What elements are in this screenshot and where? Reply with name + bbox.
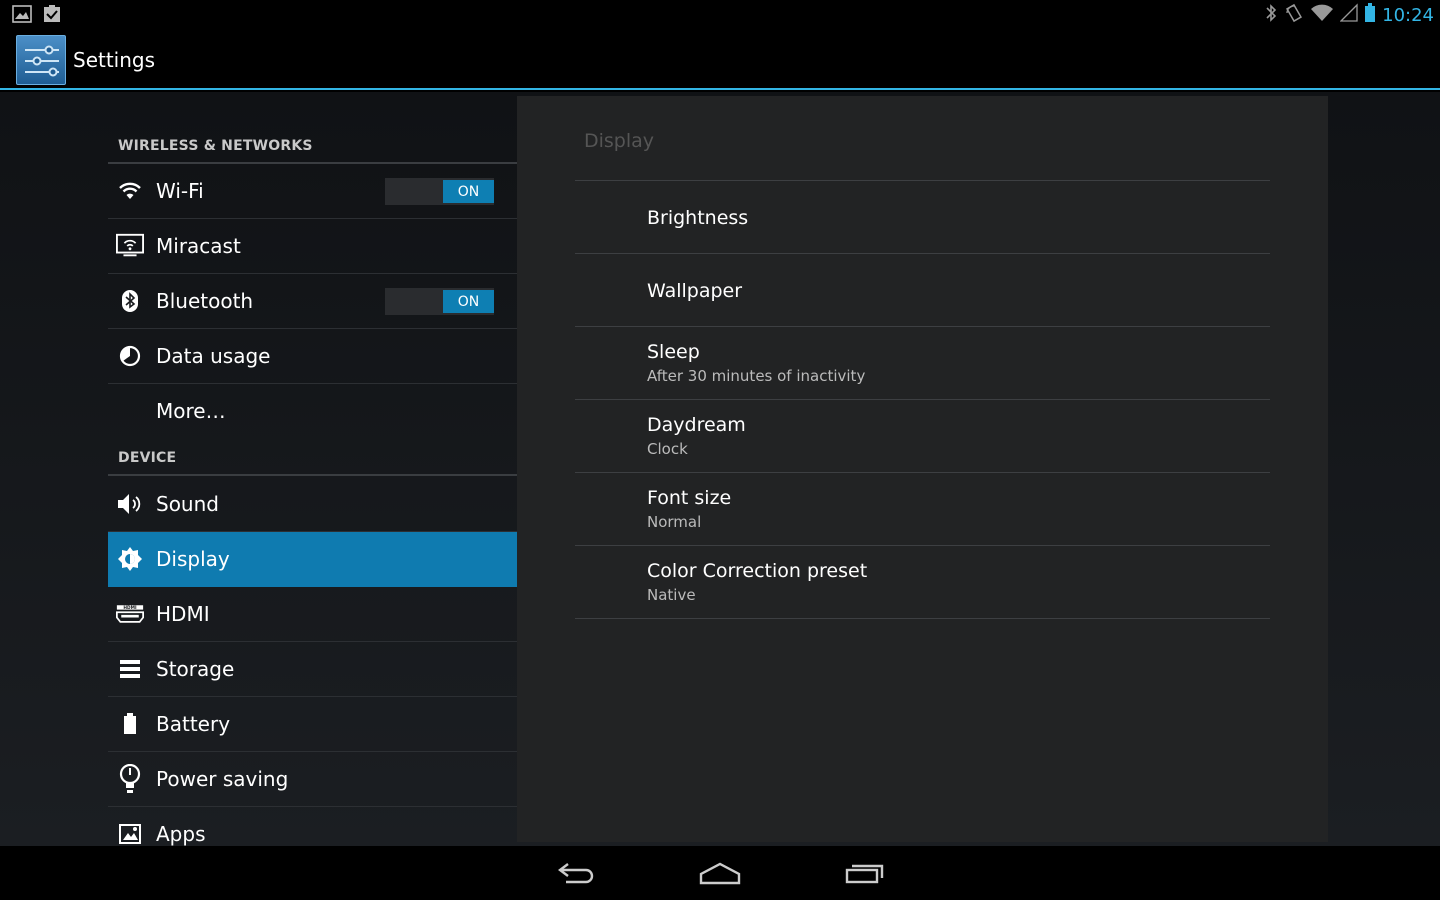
pref-font-size[interactable]: Font size Normal xyxy=(575,473,1270,546)
display-settings-panel: Display Brightness Wallpaper Sleep After… xyxy=(517,96,1328,842)
battery-icon xyxy=(1364,3,1376,27)
sidebar-item-label: More… xyxy=(156,399,226,423)
display-brightness-icon xyxy=(116,546,144,572)
pref-summary: Native xyxy=(647,586,696,604)
pref-title: Daydream xyxy=(647,414,746,436)
sidebar-item-sound[interactable]: Sound xyxy=(108,477,517,532)
signal-icon xyxy=(1339,3,1358,27)
pref-sleep[interactable]: Sleep After 30 minutes of inactivity xyxy=(575,327,1270,400)
sidebar-item-label: HDMI xyxy=(156,602,210,626)
sidebar-item-data-usage[interactable]: Data usage xyxy=(108,329,517,384)
pref-summary: Clock xyxy=(647,440,688,458)
sidebar-item-label: Storage xyxy=(156,657,235,681)
bluetooth-icon xyxy=(1264,3,1278,27)
panel-title: Display xyxy=(584,130,655,152)
pref-summary: Normal xyxy=(647,513,702,531)
pref-title: Wallpaper xyxy=(647,280,743,302)
wifi-icon xyxy=(116,178,144,204)
status-bar: 10:24 xyxy=(0,0,1440,30)
navigation-bar xyxy=(0,846,1440,900)
pref-color-correction[interactable]: Color Correction preset Native xyxy=(575,546,1270,619)
sidebar-item-label: Miracast xyxy=(156,234,241,258)
sidebar-item-display[interactable]: Display xyxy=(108,532,517,587)
settings-content: WIRELESS & NETWORKS Wi-Fi ON Miracast Bl… xyxy=(0,92,1440,846)
settings-sidebar: WIRELESS & NETWORKS Wi-Fi ON Miracast Bl… xyxy=(108,92,517,846)
miracast-icon xyxy=(116,233,144,259)
hdmi-icon: HDMI xyxy=(116,601,144,627)
sidebar-item-label: Battery xyxy=(156,712,231,736)
toggle-on-label: ON xyxy=(443,290,494,313)
clock: 10:24 xyxy=(1382,4,1434,26)
sidebar-item-label: Sound xyxy=(156,492,219,516)
pref-title: Sleep xyxy=(647,341,700,363)
sidebar-item-label: Power saving xyxy=(156,767,289,791)
sidebar-item-label: Bluetooth xyxy=(156,289,254,313)
action-bar: Settings xyxy=(0,30,1440,90)
pref-wallpaper[interactable]: Wallpaper xyxy=(575,254,1270,327)
pref-daydream[interactable]: Daydream Clock xyxy=(575,400,1270,473)
sidebar-item-storage[interactable]: Storage xyxy=(108,642,517,697)
sidebar-item-label: Wi-Fi xyxy=(156,179,204,203)
sidebar-item-label: Data usage xyxy=(156,344,271,368)
pref-title: Brightness xyxy=(647,207,749,229)
sidebar-item-more[interactable]: More… xyxy=(108,384,517,439)
section-header-device: DEVICE xyxy=(108,444,517,476)
sidebar-item-hdmi[interactable]: HDMI HDMI xyxy=(108,587,517,642)
toggle-on-label: ON xyxy=(443,180,494,203)
clipboard-check-icon xyxy=(42,5,62,27)
data-usage-icon xyxy=(116,343,144,369)
sidebar-item-label: Apps xyxy=(156,822,206,846)
pref-summary: After 30 minutes of inactivity xyxy=(647,367,866,385)
settings-sliders-icon[interactable] xyxy=(16,35,66,85)
rotation-lock-icon xyxy=(1284,3,1304,27)
storage-icon xyxy=(116,656,144,682)
pref-title: Font size xyxy=(647,487,732,509)
section-header-wireless: WIRELESS & NETWORKS xyxy=(108,132,517,164)
power-saving-icon xyxy=(116,764,144,793)
sidebar-item-label: Display xyxy=(156,547,230,571)
wifi-toggle[interactable]: ON xyxy=(385,178,494,205)
battery-icon xyxy=(116,711,144,737)
bluetooth-icon xyxy=(116,288,144,314)
back-icon[interactable] xyxy=(546,858,606,888)
wifi-icon xyxy=(1310,3,1334,27)
sound-icon xyxy=(116,491,144,517)
apps-icon xyxy=(116,821,144,847)
pref-brightness[interactable]: Brightness xyxy=(575,181,1270,254)
page-title: Settings xyxy=(73,48,156,72)
svg-text:HDMI: HDMI xyxy=(123,605,137,611)
home-icon[interactable] xyxy=(690,858,750,888)
sidebar-item-battery[interactable]: Battery xyxy=(108,697,517,752)
bluetooth-toggle[interactable]: ON xyxy=(385,288,494,315)
recents-icon[interactable] xyxy=(835,858,895,888)
sidebar-item-bluetooth[interactable]: Bluetooth ON xyxy=(108,274,517,329)
sidebar-item-wifi[interactable]: Wi-Fi ON xyxy=(108,164,517,219)
pref-title: Color Correction preset xyxy=(647,560,868,582)
sidebar-item-power-saving[interactable]: Power saving xyxy=(108,752,517,807)
sidebar-item-miracast[interactable]: Miracast xyxy=(108,219,517,274)
gallery-icon xyxy=(12,5,32,27)
